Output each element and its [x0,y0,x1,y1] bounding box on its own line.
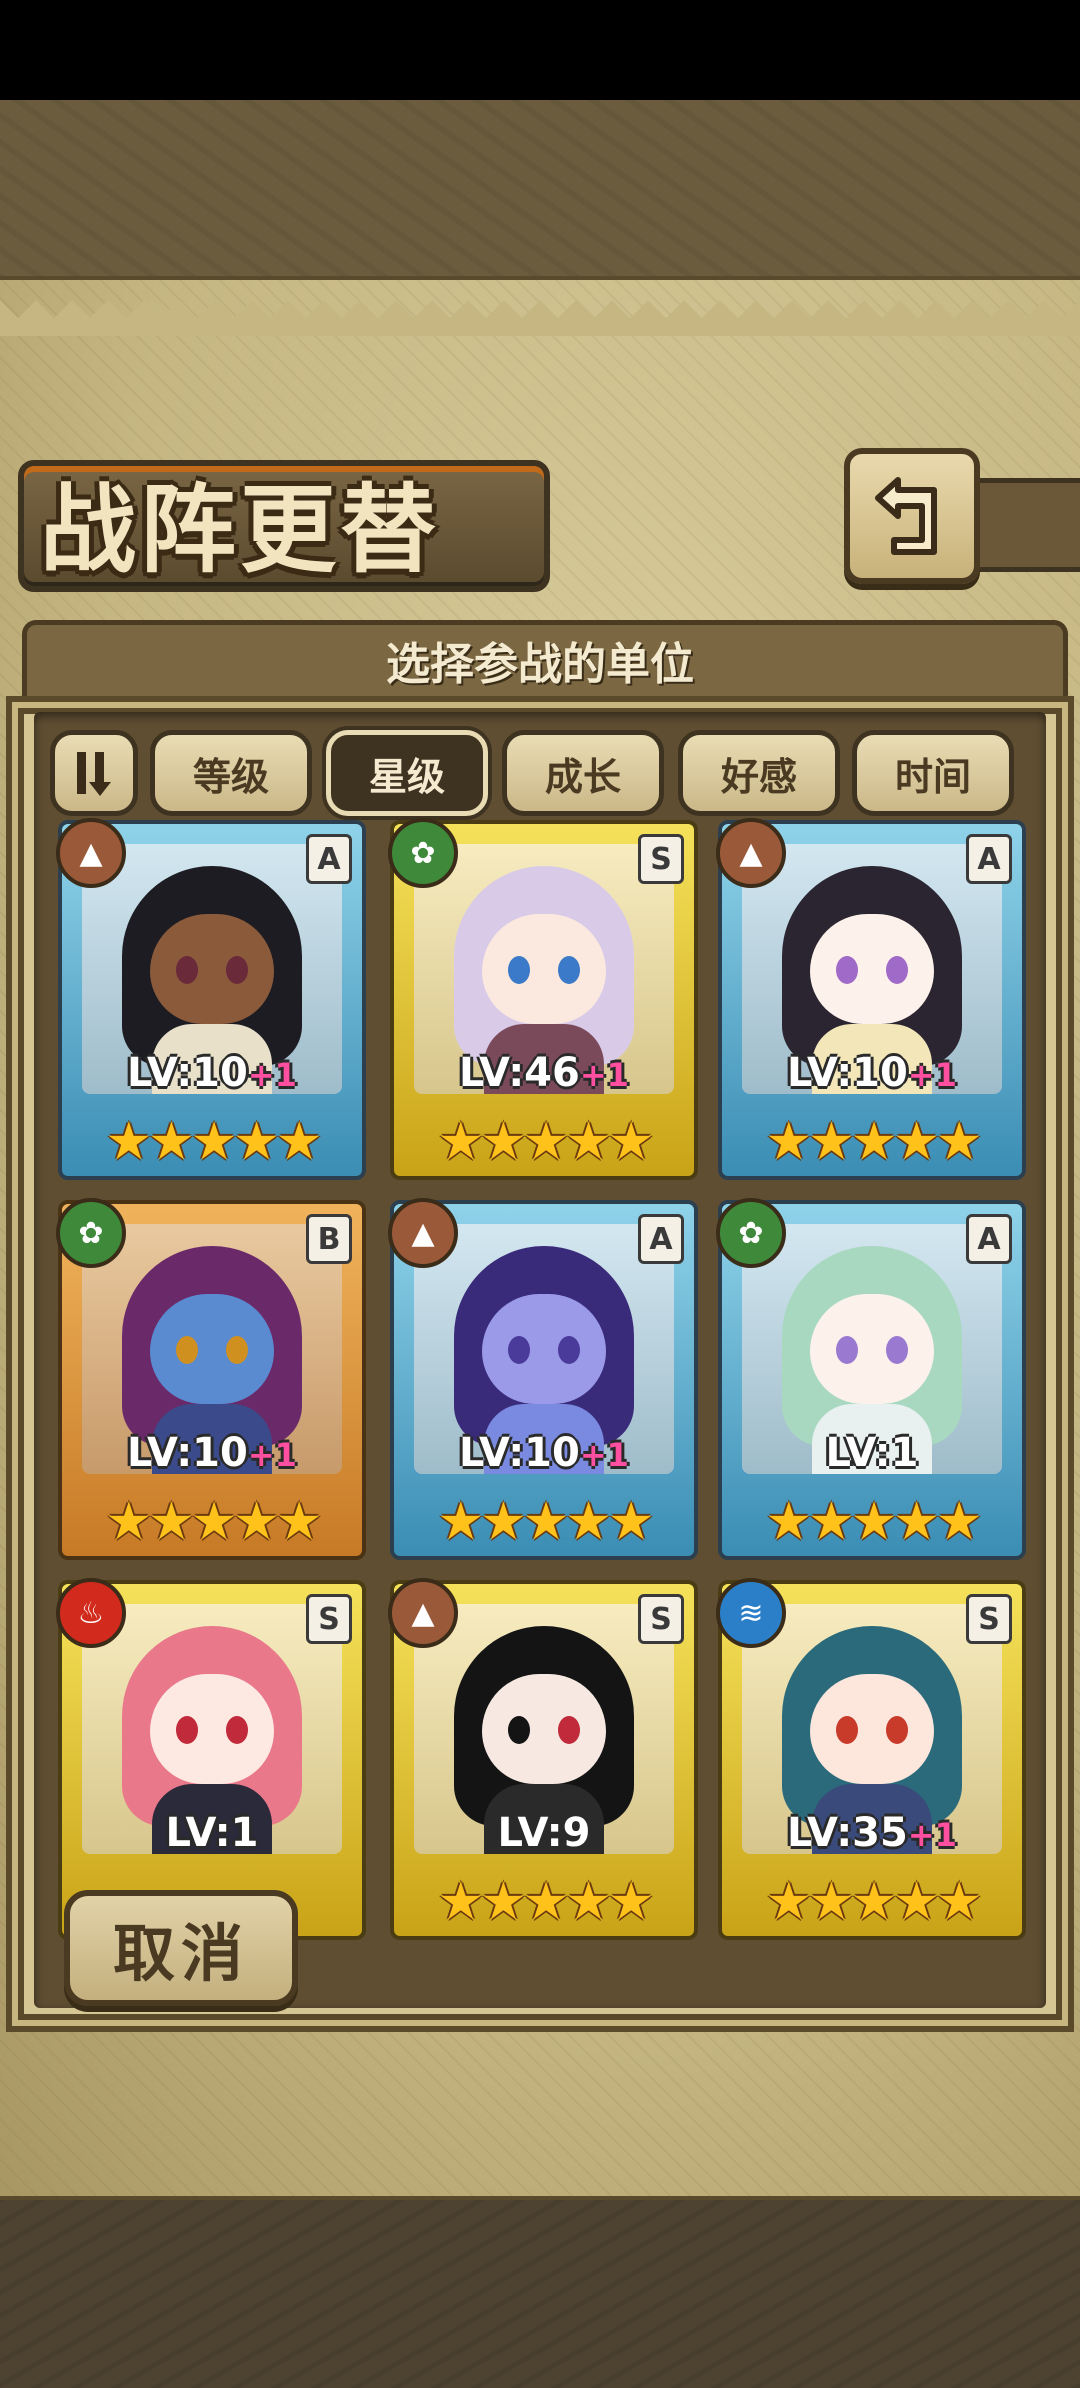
rank-badge: B [306,1214,352,1264]
rank-badge: S [638,834,684,884]
status-bar [0,0,1080,100]
rank-badge: S [306,1594,352,1644]
unit-level: LV:10+1 [787,1050,957,1096]
unit-level: LV:10+1 [459,1430,629,1476]
unit-card[interactable]: ▲ A LV:10+1 ★★★★★ [56,818,366,1180]
rank-badge: A [638,1214,684,1264]
star-rating: ★★★★★ [765,1112,982,1172]
unit-level: LV:46+1 [459,1050,629,1096]
star-rating: ★★★★★ [437,1872,654,1932]
parchment-torn-edge [0,300,1080,336]
back-arrow-icon [875,477,937,555]
earth-element-icon: ▲ [388,1198,458,1268]
rank-badge: A [966,834,1012,884]
water-element-icon: ≋ [716,1578,786,1648]
unit-level: LV:1 [165,1810,259,1856]
unit-level: LV:1 [825,1430,919,1476]
unit-level: LV:9 [497,1810,591,1856]
earth-element-icon: ▲ [716,818,786,888]
sort-tab-time[interactable]: 时间 [852,730,1014,816]
unit-card[interactable]: ✿ B LV:10+1 ★★★★★ [56,1198,366,1560]
star-rating: ★★★★★ [437,1112,654,1172]
unit-card[interactable]: ✿ S LV:46+1 ★★★★★ [388,818,698,1180]
nature-element-icon: ✿ [388,818,458,888]
fire-element-icon: ♨ [56,1578,126,1648]
rank-badge: S [966,1594,1012,1644]
nature-element-icon: ✿ [716,1198,786,1268]
rank-badge: A [966,1214,1012,1264]
sort-order-toggle[interactable] [50,730,138,816]
earth-element-icon: ▲ [388,1578,458,1648]
sort-tab-growth[interactable]: 成长 [502,730,664,816]
star-rating: ★★★★★ [105,1112,322,1172]
unit-level: LV:10+1 [127,1050,297,1096]
unit-level: LV:10+1 [127,1430,297,1476]
unit-card[interactable]: ✿ A LV:1 ★★★★★ [716,1198,1026,1560]
nature-element-icon: ✿ [56,1198,126,1268]
rank-badge: S [638,1594,684,1644]
unit-card[interactable]: ▲ A LV:10+1 ★★★★★ [388,1198,698,1560]
page-title: 战阵更替 [40,473,440,586]
unit-card[interactable]: ▲ A LV:10+1 ★★★★★ [716,818,1026,1180]
sort-tab-affection[interactable]: 好感 [678,730,840,816]
sort-tab-level[interactable]: 等级 [150,730,312,816]
rank-badge: A [306,834,352,884]
sort-toggle-icon [77,752,111,796]
panel-subtitle: 选择参战的单位 [386,639,694,690]
star-rating: ★★★★★ [105,1492,322,1552]
back-button[interactable] [844,448,980,584]
star-rating: ★★★★★ [765,1492,982,1552]
world-map-background-bottom [0,2200,1080,2388]
unit-card[interactable]: ≋ S LV:35+1 ★★★★★ [716,1578,1026,1940]
unit-card[interactable]: ♨ S LV:1 [56,1578,366,1940]
star-rating: ★★★★★ [437,1492,654,1552]
cancel-button[interactable]: 取消 [64,1890,298,2006]
world-map-background-top [0,100,1080,280]
unit-card[interactable]: ▲ S LV:9 ★★★★★ [388,1578,698,1940]
sort-tab-stars[interactable]: 星级 [326,730,488,816]
star-rating: ★★★★★ [765,1872,982,1932]
unit-level: LV:35+1 [787,1810,957,1856]
earth-element-icon: ▲ [56,818,126,888]
